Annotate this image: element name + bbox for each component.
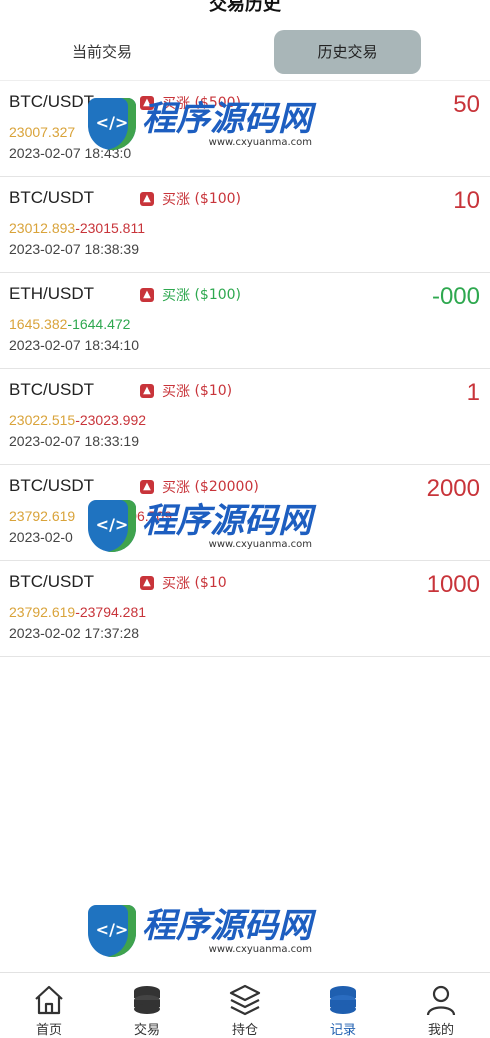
- nav-label: 我的: [427, 1023, 454, 1038]
- trade-profit: 1: [466, 379, 480, 406]
- nav-trade[interactable]: 交易: [98, 973, 196, 1038]
- trade-row[interactable]: BTC/USDT ▲ 买涨 ($500) 23007.327 2023-02-07…: [0, 80, 490, 177]
- trade-time: 2023-02-07 18:34:10: [9, 337, 139, 353]
- arrow-up-icon: ▲: [140, 384, 154, 398]
- trade-pair: BTC/USDT: [9, 380, 94, 399]
- home-icon: [35, 985, 63, 1015]
- trade-time: 2023-02-07 18:33:19: [9, 433, 139, 449]
- arrow-up-icon: ▲: [140, 96, 154, 110]
- trade-time: 2023-02-07 18:38:39: [9, 241, 139, 257]
- trade-row[interactable]: BTC/USDT ▲ 买涨 ($10 23792.619-23794.281 20…: [0, 561, 490, 657]
- trade-direction: ▲ 买涨 ($100): [140, 189, 241, 209]
- nav-label: 记录: [329, 1023, 356, 1038]
- arrow-up-icon: ▲: [140, 192, 154, 206]
- nav-label: 交易: [133, 1023, 160, 1038]
- trade-time: 2023-02-07 18:43:0: [9, 145, 132, 161]
- trade-amount: ($10): [194, 383, 233, 399]
- trade-history-list: BTC/USDT ▲ 买涨 ($500) 23007.327 2023-02-07…: [0, 80, 490, 657]
- close-price: 1644.472: [72, 316, 131, 332]
- open-price: 23007.327: [9, 124, 76, 140]
- trade-row[interactable]: BTC/USDT ▲ 买涨 ($100) 23012.893-23015.811 …: [0, 177, 490, 273]
- trade-tabs: 当前交易 历史交易: [0, 26, 490, 78]
- close-price: 96.709: [129, 508, 173, 524]
- nav-profile[interactable]: 我的: [392, 973, 490, 1038]
- trade-amount: ($100): [194, 287, 242, 303]
- trade-direction: ▲ 买涨 ($20000): [140, 477, 259, 497]
- tab-current-trades[interactable]: 当前交易: [18, 30, 186, 74]
- trade-pair: BTC/USDT: [9, 188, 94, 207]
- trade-amount: ($100): [194, 191, 242, 207]
- nav-positions[interactable]: 持仓: [196, 973, 294, 1038]
- trade-pair: ETH/USDT: [9, 284, 94, 303]
- page-title: 交易历史: [209, 0, 281, 15]
- trade-row[interactable]: BTC/USDT ▲ 买涨 ($20000) 23792.619 96.709 20…: [0, 465, 490, 561]
- layers-icon: [229, 984, 261, 1016]
- trade-profit: -000: [431, 283, 480, 310]
- arrow-up-icon: ▲: [140, 576, 154, 590]
- trade-direction: ▲ 买涨 ($500): [140, 93, 241, 113]
- direction-label: 买涨: [162, 192, 190, 208]
- trade-row[interactable]: ETH/USDT ▲ 买涨 ($100) 1645.382-1644.472 20…: [0, 273, 490, 369]
- trade-profit: 1000: [426, 571, 480, 598]
- trade-direction: ▲ 买涨 ($100): [140, 285, 241, 305]
- direction-label: 买涨: [162, 96, 190, 112]
- direction-label: 买涨: [162, 384, 190, 400]
- tab-history-trades[interactable]: 历史交易: [274, 30, 421, 74]
- trade-prices: 23022.515-23023.992: [9, 412, 146, 428]
- close-price: 23015.811: [79, 220, 145, 236]
- trade-profit: 2000: [426, 475, 480, 502]
- trade-prices: 23792.619-23794.281: [9, 604, 146, 620]
- trade-prices: 23007.327: [9, 124, 75, 140]
- trade-profit: 50: [453, 91, 480, 118]
- nav-label: 持仓: [231, 1023, 258, 1038]
- direction-label: 买涨: [162, 288, 190, 304]
- nav-label: 首页: [35, 1023, 62, 1038]
- trade-amount: ($500): [194, 95, 242, 111]
- trade-pair: BTC/USDT: [9, 476, 94, 495]
- shield-code-icon: </>: [88, 905, 136, 957]
- open-price: 23792.619: [9, 508, 76, 524]
- direction-label: 买涨: [162, 480, 190, 496]
- watermark-logo: </> 程序源码网 www.cxyuanma.com: [88, 905, 312, 957]
- trade-time: 2023-02-0: [9, 529, 73, 545]
- coins-icon: [134, 986, 160, 1014]
- open-price: 23012.893: [9, 220, 76, 236]
- trade-prices: 23792.619 96.709: [9, 508, 172, 524]
- watermark-url: www.cxyuanma.com: [208, 943, 312, 955]
- close-price: 23794.281: [79, 604, 147, 620]
- trade-amount: ($10: [194, 575, 227, 591]
- nav-home[interactable]: 首页: [0, 973, 98, 1038]
- bottom-nav: 首页 交易 持仓 记录 我的: [0, 972, 490, 1038]
- trade-prices: 1645.382-1644.472: [9, 316, 130, 332]
- trade-time: 2023-02-02 17:37:28: [9, 625, 139, 641]
- trade-prices: 23012.893-23015.811: [9, 220, 145, 236]
- arrow-up-icon: ▲: [140, 480, 154, 494]
- trade-pair: BTC/USDT: [9, 572, 94, 591]
- trade-row[interactable]: BTC/USDT ▲ 买涨 ($10) 23022.515-23023.992 2…: [0, 369, 490, 465]
- trade-amount: ($20000): [194, 479, 259, 495]
- trade-direction: ▲ 买涨 ($10: [140, 573, 227, 593]
- trade-pair: BTC/USDT: [9, 92, 94, 111]
- open-price: 1645.382: [9, 316, 68, 332]
- nav-records[interactable]: 记录: [294, 973, 392, 1038]
- records-icon: [330, 986, 356, 1014]
- arrow-up-icon: ▲: [140, 288, 154, 302]
- open-price: 23022.515: [9, 412, 76, 428]
- user-icon: [426, 985, 456, 1016]
- watermark-text: 程序源码网: [142, 905, 312, 946]
- close-price: 23023.992: [79, 412, 147, 428]
- trade-profit: 10: [453, 187, 480, 214]
- open-price: 23792.619: [9, 604, 76, 620]
- trade-direction: ▲ 买涨 ($10): [140, 381, 232, 401]
- direction-label: 买涨: [162, 576, 190, 592]
